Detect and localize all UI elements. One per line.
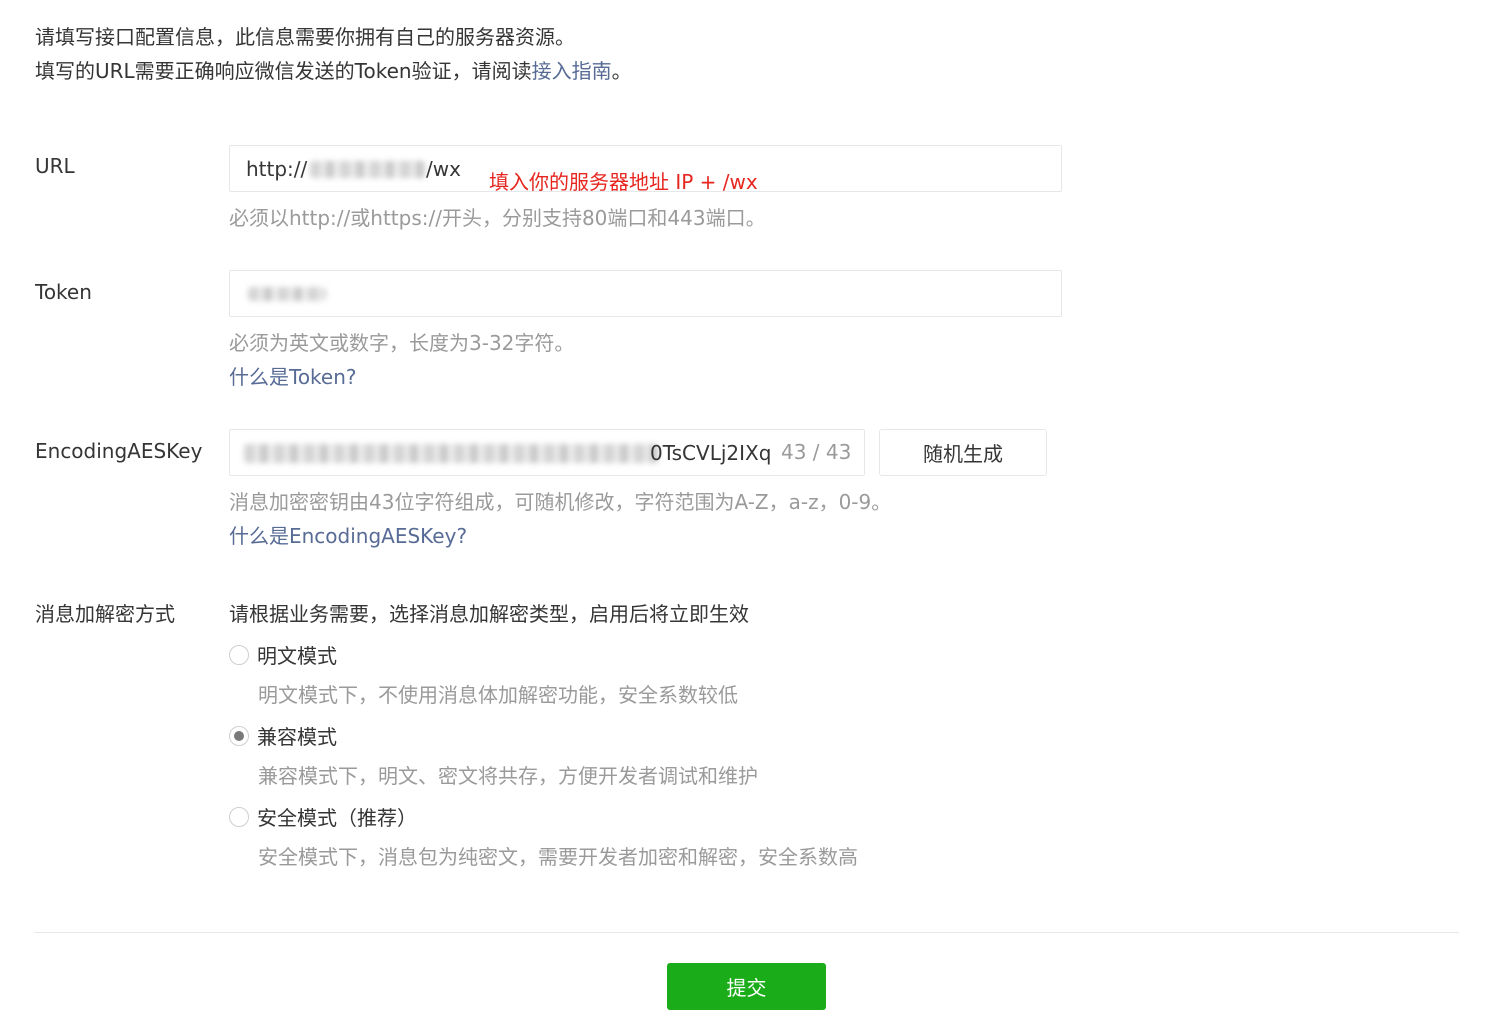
radio-plaintext-mode[interactable]: 明文模式 [229,640,337,669]
url-value-prefix: http:// [246,157,308,181]
url-value-suffix: /wx [426,157,461,181]
aeskey-input[interactable]: 0TsCVLj2IXq [229,429,865,476]
random-generate-button[interactable]: 随机生成 [879,429,1047,476]
url-label: URL [35,154,75,178]
token-redacted-value [248,287,326,301]
intro-text: 请填写接口配置信息，此信息需要你拥有自己的服务器资源。 填写的URL需要正确响应… [35,20,632,88]
submit-button[interactable]: 提交 [667,963,826,1010]
url-annotation: 填入你的服务器地址 IP + /wx [489,170,758,194]
encryption-mode-label: 消息加解密方式 [35,602,175,626]
access-guide-link[interactable]: 接入指南 [532,59,612,83]
radio-button-checked[interactable] [229,725,249,746]
footer-divider [34,932,1459,933]
radio-button[interactable] [229,644,249,665]
radio-secure-mode[interactable]: 安全模式（推荐） [229,802,417,831]
intro-line-2-prefix: 填写的URL需要正确响应微信发送的Token验证，请阅读 [35,59,532,83]
aeskey-char-counter: 43 / 43 [781,440,852,464]
url-hint: 必须以http://或https://开头，分别支持80端口和443端口。 [229,206,766,230]
compatible-mode-hint: 兼容模式下，明文、密文将共存，方便开发者调试和维护 [258,764,758,788]
aeskey-hint: 消息加密密钥由43位字符组成，可随机修改，字符范围为A-Z，a-z，0-9。 [229,490,892,514]
intro-line-2-suffix: 。 [611,59,632,83]
intro-line-1: 请填写接口配置信息，此信息需要你拥有自己的服务器资源。 [35,25,575,49]
plaintext-mode-hint: 明文模式下，不使用消息体加解密功能，安全系数较低 [258,683,738,707]
aeskey-label: EncodingAESKey [35,439,203,463]
radio-button[interactable] [229,806,249,827]
encryption-mode-description: 请根据业务需要，选择消息加解密类型，启用后将立即生效 [229,602,749,626]
what-is-token-link[interactable]: 什么是Token? [229,361,357,390]
radio-label: 安全模式（推荐） [257,806,417,830]
token-input[interactable] [229,270,1062,317]
aeskey-visible-value: 0TsCVLj2IXq [650,441,772,465]
what-is-aeskey-link[interactable]: 什么是EncodingAESKey? [229,520,467,549]
url-redacted-host [310,161,426,178]
radio-label: 明文模式 [257,644,337,668]
radio-compatible-mode[interactable]: 兼容模式 [229,721,337,750]
aeskey-redacted-value [244,444,658,463]
token-label: Token [35,280,92,304]
secure-mode-hint: 安全模式下，消息包为纯密文，需要开发者加密和解密，安全系数高 [258,845,858,869]
intro-line-2: 填写的URL需要正确响应微信发送的Token验证，请阅读接入指南。 [35,54,632,88]
token-hint: 必须为英文或数字，长度为3-32字符。 [229,331,575,355]
radio-label: 兼容模式 [257,725,337,749]
